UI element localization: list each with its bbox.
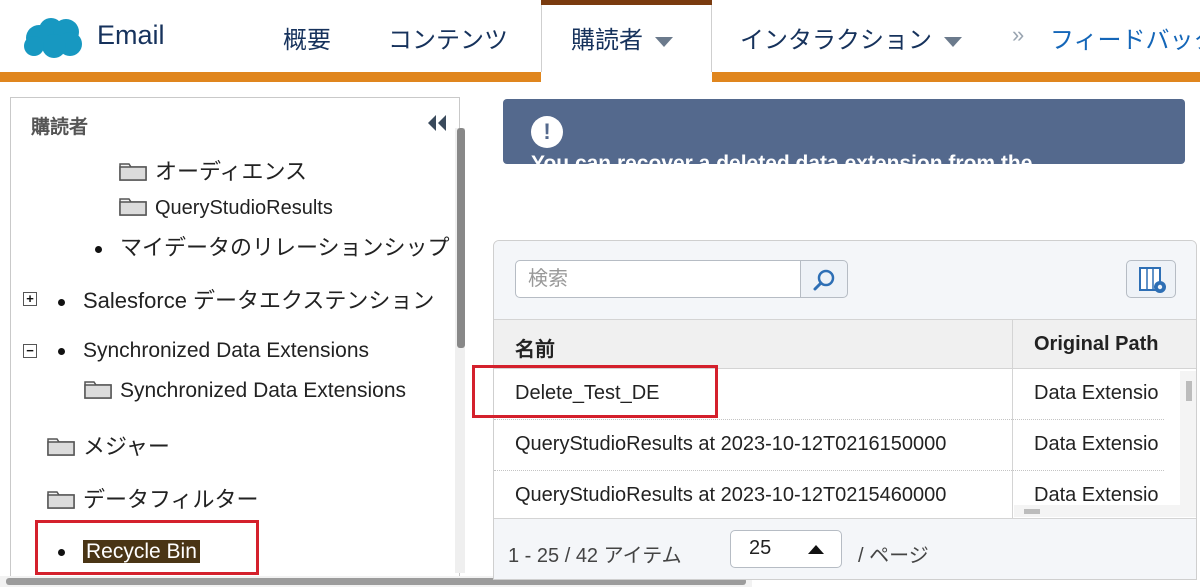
tree-item-label: データフィルター [83,487,259,512]
nav-subscribers[interactable]: 購読者 [571,20,673,55]
nav-overview[interactable]: 概要 [283,20,331,55]
tree-item-label: Salesforce データエクステンション [83,288,435,313]
annotation-box-delete-test-de [472,365,718,418]
chevron-down-icon[interactable] [944,36,962,47]
tree-item-measures[interactable]: メジャー [47,429,170,461]
column-header-name[interactable]: 名前 [515,333,555,362]
pager-footer: 1 - 25 / 42 アイテム 25 / ページ [494,518,1196,579]
bullet-icon [58,347,65,355]
cell-path: Data Extensio [1034,433,1159,455]
collapse-toggle[interactable]: − [23,344,37,358]
per-page-label: / ページ [858,545,929,567]
app-name[interactable]: Email [97,20,165,51]
tree-title: 購読者 [31,117,89,138]
tree-item-label: QueryStudioResults [155,197,333,219]
search-icon [813,269,835,291]
alert-message: You can recover a deleted data extension… [531,152,1033,164]
pager-summary: 1 - 25 / 42 アイテム [508,545,682,567]
folder-icon [47,438,75,456]
tree-item-label: メジャー [83,434,170,459]
more-nav-icon[interactable]: » [1012,22,1024,48]
tree-item-label: Synchronized Data Extensions [120,379,406,402]
grid-hscrollbar-thumb[interactable] [1024,509,1040,514]
chevron-up-icon [808,545,824,554]
column-settings-icon [1139,267,1166,293]
tree-item-label: オーディエンス [155,159,308,184]
column-settings-button[interactable] [1126,260,1176,298]
bullet-icon [58,298,65,306]
folder-icon [47,491,75,509]
tree-scrollbar-thumb[interactable] [457,128,465,348]
tree-item-synchronized-data-extensions-folder[interactable]: Synchronized Data Extensions [84,377,406,403]
list-toolbar: 検索 [494,241,1196,319]
nav-feedback[interactable]: フィードバック [1050,20,1200,55]
search-button[interactable] [800,260,848,298]
tree-item-salesforce-data-extensions[interactable]: Salesforce データエクステンション [58,283,434,315]
nav-subscribers-label: 購読者 [571,27,643,54]
tree-item-my-data-relationships[interactable]: マイデータのリレーションシップ [95,230,450,262]
folder-icon [119,163,147,181]
folder-icon [84,381,112,399]
annotation-box-recycle-bin [35,520,259,575]
folder-icon [119,198,147,216]
top-header: Email 概要 コンテンツ 購読者 インタラクション » フィードバック [0,0,1200,82]
folder-tree-pane: 購読者 オーディエンス QueryStudioResults マイデータのリレー… [10,97,460,577]
page-size-select[interactable]: 25 [730,530,842,568]
grid-header: 名前 Original Path [494,319,1196,369]
table-row[interactable]: QueryStudioResults at 2023-10-12T0216150… [494,420,1164,471]
tree-item-audience[interactable]: オーディエンス [119,154,307,186]
tree-item-synchronized-data-extensions[interactable]: Synchronized Data Extensions [58,337,369,363]
cell-path: Data Extensio [1034,484,1159,506]
bullet-icon [95,245,102,253]
tree-item-label: マイデータのリレーションシップ [120,235,450,260]
salesforce-cloud-logo [24,18,82,58]
cell-name[interactable]: QueryStudioResults at 2023-10-12T0216150… [515,433,1005,456]
nav-interactions[interactable]: インタラクション [740,20,962,55]
tree-item-querystudioresults[interactable]: QueryStudioResults [119,194,333,220]
nav-interactions-label: インタラクション [740,27,932,54]
info-alert-banner: ! You can recover a deleted data extensi… [503,99,1185,164]
collapse-pane-icon[interactable] [425,112,449,134]
expand-toggle[interactable]: + [23,292,37,306]
page-size-value: 25 [749,537,772,559]
tree-item-data-filters[interactable]: データフィルター [47,482,259,514]
chevron-down-icon[interactable] [655,36,673,47]
nav-content[interactable]: コンテンツ [388,20,508,55]
info-alert-icon: ! [531,116,563,148]
cell-path: Data Extensio [1034,382,1159,404]
nav-active-tab-fill [541,72,712,82]
tree-item-label: Synchronized Data Extensions [83,339,369,362]
grid-scrollbar-thumb[interactable] [1186,381,1192,401]
column-header-original-path[interactable]: Original Path [1034,333,1158,356]
cell-name[interactable]: QueryStudioResults at 2023-10-12T0215460… [515,484,1005,507]
search-input[interactable]: 検索 [515,260,802,298]
